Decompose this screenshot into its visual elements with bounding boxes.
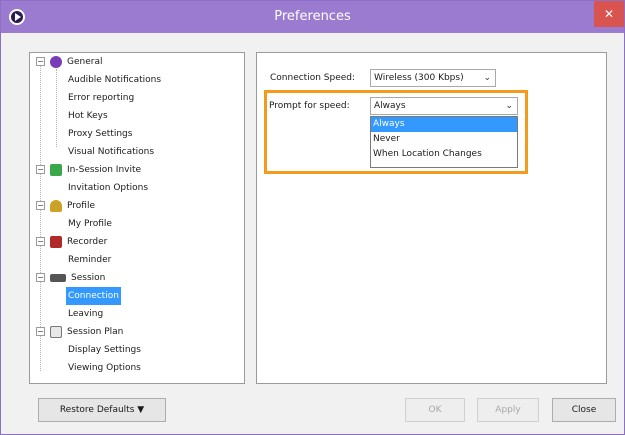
- session-icon: [50, 273, 66, 282]
- connection-speed-label: Connection Speed:: [270, 73, 356, 83]
- expander-session[interactable]: −: [36, 273, 45, 282]
- tree-item-in-session-invite[interactable]: In-Session Invite: [50, 161, 143, 179]
- close-button[interactable]: Close: [552, 398, 616, 422]
- general-icon: [50, 55, 62, 68]
- ok-button[interactable]: OK: [405, 398, 465, 422]
- tree-item-profile[interactable]: Profile: [50, 197, 97, 215]
- tree-item-reminder[interactable]: Reminder: [66, 251, 113, 269]
- preferences-window: Preferences ✕ − General Audible Notifica…: [0, 0, 625, 435]
- tree-item-viewing-options[interactable]: Viewing Options: [66, 359, 143, 377]
- title-bar[interactable]: Preferences ✕: [1, 1, 624, 33]
- tree-item-invitation-options[interactable]: Invitation Options: [66, 179, 150, 197]
- invite-icon: [50, 163, 62, 176]
- highlight-annotation: [264, 90, 528, 174]
- apply-button[interactable]: Apply: [477, 398, 539, 422]
- close-window-button[interactable]: ✕: [594, 1, 624, 27]
- tree-item-hot-keys[interactable]: Hot Keys: [66, 107, 110, 125]
- tree-item-proxy-settings[interactable]: Proxy Settings: [66, 125, 134, 143]
- tree-item-audible-notifications[interactable]: Audible Notifications: [66, 71, 163, 89]
- connection-speed-value: Wireless (300 Kbps): [374, 73, 464, 83]
- session-plan-icon: [50, 325, 62, 338]
- tree-item-session[interactable]: Session: [50, 269, 107, 287]
- tree-item-session-plan[interactable]: Session Plan: [50, 323, 125, 341]
- connection-speed-select[interactable]: Wireless (300 Kbps) ⌄: [370, 69, 496, 87]
- tree-item-display-settings[interactable]: Display Settings: [66, 341, 143, 359]
- window-title: Preferences: [274, 9, 351, 24]
- expander-in-session-invite[interactable]: −: [36, 165, 45, 174]
- tree-item-recorder[interactable]: Recorder: [50, 233, 109, 251]
- tree-guide: [40, 61, 41, 371]
- expander-session-plan[interactable]: −: [36, 327, 45, 336]
- profile-icon: [50, 199, 62, 212]
- tree-item-error-reporting[interactable]: Error reporting: [66, 89, 136, 107]
- tree-item-visual-notifications[interactable]: Visual Notifications: [66, 143, 156, 161]
- tree-item-general[interactable]: General: [50, 53, 104, 71]
- expander-profile[interactable]: −: [36, 201, 45, 210]
- expander-general[interactable]: −: [36, 57, 45, 66]
- restore-defaults-button[interactable]: Restore Defaults ▼: [38, 398, 166, 422]
- chevron-down-icon: ⌄: [483, 73, 491, 83]
- tree-item-my-profile[interactable]: My Profile: [66, 215, 114, 233]
- recorder-icon: [50, 235, 62, 248]
- preferences-tree: − General Audible Notifications Error re…: [29, 52, 245, 384]
- tree-item-connection[interactable]: Connection: [66, 287, 121, 305]
- expander-recorder[interactable]: −: [36, 237, 45, 246]
- tree-item-leaving[interactable]: Leaving: [66, 305, 105, 323]
